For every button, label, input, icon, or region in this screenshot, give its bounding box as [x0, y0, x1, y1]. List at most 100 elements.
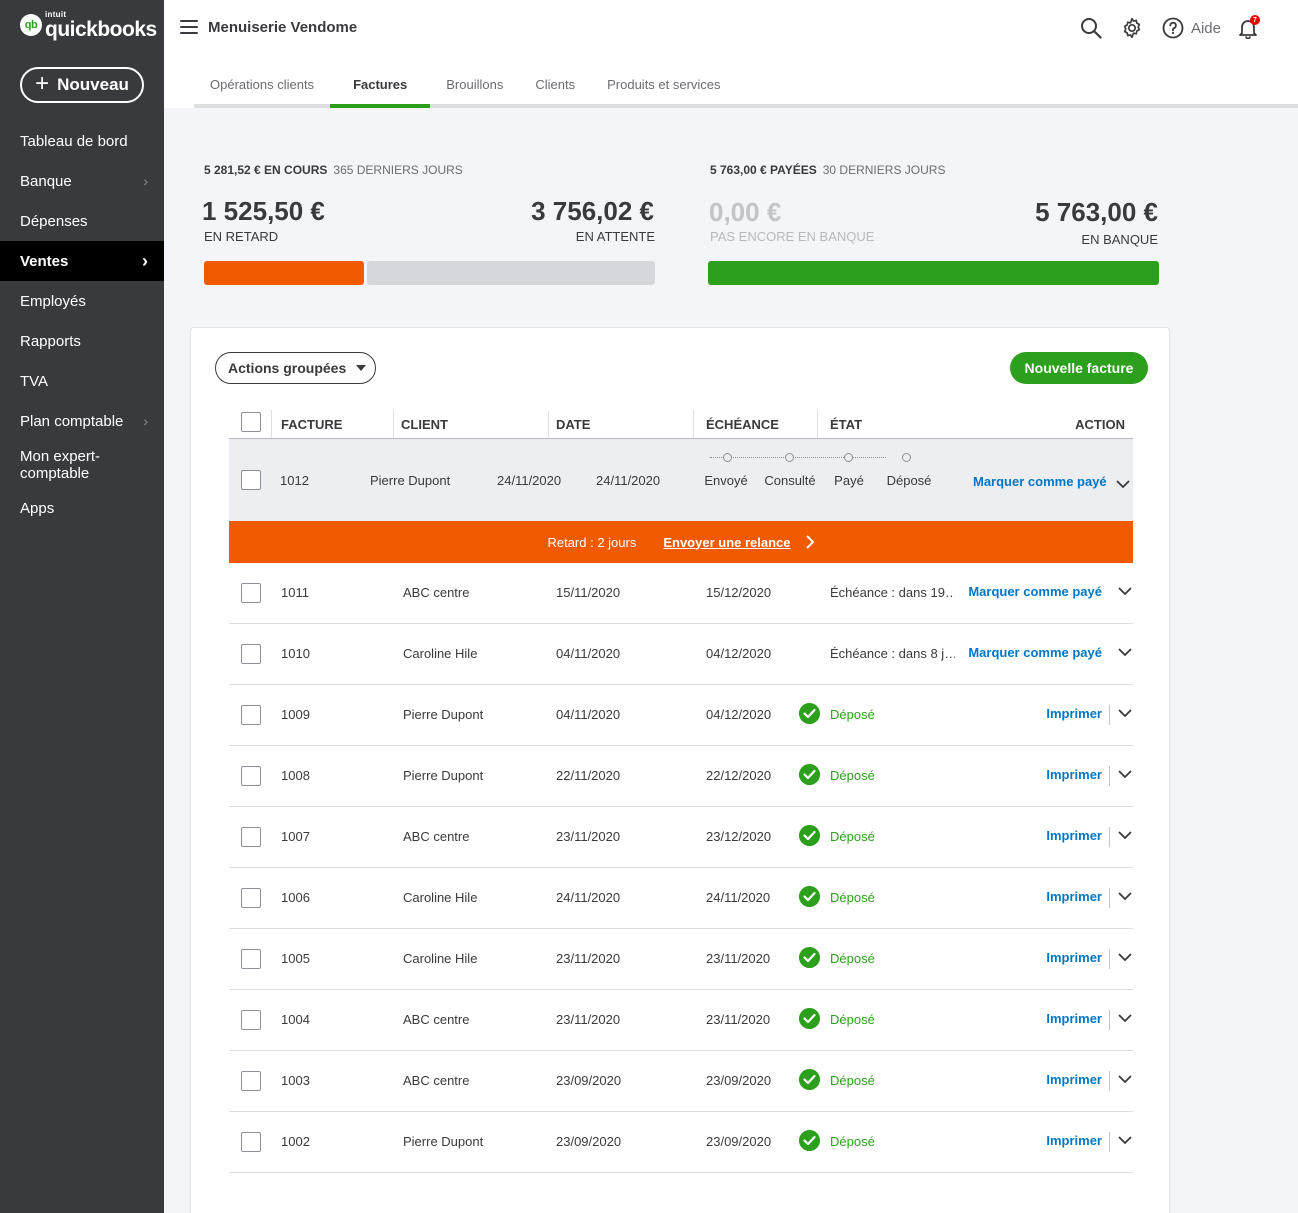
table-row[interactable]: 1007 ABC centre 23/11/2020 23/12/2020 Déposé…	[229, 807, 1133, 868]
chevron-down-icon[interactable]	[1118, 586, 1132, 596]
table-row[interactable]: 1009 Pierre Dupont 04/11/2020 04/12/2020 Dép…	[229, 685, 1133, 746]
invoice-number: 1004	[281, 1012, 310, 1027]
chevron-right-icon: ›	[143, 173, 148, 189]
header-status[interactable]: ÉTAT	[830, 417, 862, 432]
client-name: ABC centre	[403, 829, 470, 844]
mark-paid-link[interactable]: Marquer comme payé	[973, 474, 1107, 489]
help-circle-icon[interactable]	[1159, 14, 1187, 42]
sidebar-item-label: Banque	[20, 172, 72, 190]
sidebar-item-apps[interactable]: Apps	[0, 488, 164, 528]
sidebar-item-tva[interactable]: TVA	[0, 361, 164, 401]
batch-actions-dropdown[interactable]: Actions groupées	[215, 352, 376, 384]
hamburger-icon[interactable]	[180, 19, 198, 35]
print-link[interactable]: Imprimer	[1046, 828, 1102, 843]
row-checkbox[interactable]	[241, 1071, 261, 1091]
help-label[interactable]: Aide	[1191, 20, 1221, 37]
overdue-bar[interactable]	[204, 261, 364, 285]
send-reminder-link[interactable]: Envoyer une relance	[663, 535, 790, 550]
tab-clients[interactable]: Clients	[519, 63, 591, 104]
print-link[interactable]: Imprimer	[1046, 1133, 1102, 1148]
tab-brouillons[interactable]: Brouillons	[430, 63, 519, 104]
sidebar-item-plan-comptable[interactable]: Plan comptable ›	[0, 401, 164, 441]
row-checkbox[interactable]	[241, 827, 261, 847]
invoice-number: 1007	[281, 829, 310, 844]
pending-bar[interactable]	[367, 261, 655, 285]
chevron-down-icon[interactable]	[1118, 830, 1132, 840]
row-checkbox[interactable]	[241, 766, 261, 786]
chevron-down-icon[interactable]	[1118, 708, 1132, 718]
chevron-down-icon[interactable]	[1118, 1013, 1132, 1023]
quickbooks-logo[interactable]: qb intuit quickbooks	[20, 10, 157, 40]
chevron-down-icon[interactable]	[1118, 1135, 1132, 1145]
table-row[interactable]: 1005 Caroline Hile 23/11/2020 23/11/2020 Dép…	[229, 929, 1133, 990]
client-name: ABC centre	[403, 1012, 470, 1027]
row-checkbox[interactable]	[241, 1132, 261, 1152]
sidebar-item-rapports[interactable]: Rapports	[0, 321, 164, 361]
invoices-table: FACTURE CLIENT DATE ÉCHÉANCE ÉTAT ACTION…	[229, 408, 1133, 1173]
chevron-down-icon[interactable]	[1118, 647, 1132, 657]
search-icon[interactable]	[1077, 14, 1105, 42]
row-checkbox[interactable]	[241, 1010, 261, 1030]
print-link[interactable]: Imprimer	[1046, 1011, 1102, 1026]
sidebar-item-tableau-de-bord[interactable]: Tableau de bord	[0, 121, 164, 161]
chevron-down-icon[interactable]	[1118, 952, 1132, 962]
tab-factures[interactable]: Factures	[330, 63, 431, 108]
table-row[interactable]: 1002 Pierre Dupont 23/09/2020 23/09/2020 Dép…	[229, 1112, 1133, 1173]
mark-paid-link[interactable]: Marquer comme payé	[968, 584, 1102, 599]
step-dot	[723, 453, 732, 462]
chevron-down-icon[interactable]	[1118, 1074, 1132, 1084]
chevron-down-icon[interactable]	[1118, 769, 1132, 779]
chevron-right-icon[interactable]	[805, 535, 815, 549]
sidebar-item-ventes[interactable]: Ventes ›	[0, 241, 164, 281]
invoice-date: 24/11/2020	[497, 473, 562, 488]
row-checkbox[interactable]	[241, 470, 261, 490]
print-link[interactable]: Imprimer	[1046, 706, 1102, 721]
sidebar-item-mon-expert-comptable[interactable]: Mon expert-comptable	[0, 441, 164, 488]
invoice-date: 22/11/2020	[556, 768, 621, 783]
header-due[interactable]: ÉCHÉANCE	[706, 417, 779, 432]
chevron-down-icon[interactable]	[1118, 891, 1132, 901]
status-text: Déposé	[830, 1073, 875, 1088]
chevron-down-icon[interactable]	[1116, 479, 1130, 489]
status-tracker: Envoyé Consulté Payé Déposé	[701, 451, 941, 511]
header-client[interactable]: CLIENT	[401, 417, 448, 432]
header-date[interactable]: DATE	[556, 417, 590, 432]
print-link[interactable]: Imprimer	[1046, 1072, 1102, 1087]
table-row[interactable]: 1006 Caroline Hile 24/11/2020 24/11/2020 Dép…	[229, 868, 1133, 929]
table-row[interactable]: 1010 Caroline Hile 04/11/2020 04/12/2020 Éch…	[229, 624, 1133, 685]
row-checkbox[interactable]	[241, 705, 261, 725]
divider	[1109, 827, 1110, 847]
tab-produits-et-services[interactable]: Produits et services	[591, 63, 736, 104]
table-row-expanded[interactable]: 1012 Pierre Dupont 24/11/2020 24/11/2020…	[229, 439, 1133, 521]
client-name: Caroline Hile	[403, 951, 478, 966]
step-sent: Envoyé	[704, 473, 748, 488]
row-checkbox[interactable]	[241, 644, 261, 664]
table-row[interactable]: 1011 ABC centre 15/11/2020 15/12/2020 Échéan…	[229, 563, 1133, 624]
print-link[interactable]: Imprimer	[1046, 889, 1102, 904]
new-invoice-button[interactable]: Nouvelle facture	[1010, 352, 1148, 384]
row-checkbox[interactable]	[241, 888, 261, 908]
table-row[interactable]: 1003 ABC centre 23/09/2020 23/09/2020 Déposé…	[229, 1051, 1133, 1112]
bell-icon[interactable]: 7	[1234, 14, 1262, 42]
sidebar-item-banque[interactable]: Banque ›	[0, 161, 164, 201]
gear-icon[interactable]	[1118, 14, 1146, 42]
row-checkbox[interactable]	[241, 949, 261, 969]
new-button-label: Nouveau	[57, 75, 129, 94]
new-button[interactable]: + Nouveau	[20, 67, 144, 103]
check-circle-icon	[799, 1008, 820, 1029]
row-checkbox[interactable]	[241, 583, 261, 603]
status-text: Échéance : dans 19…	[830, 585, 955, 600]
sidebar-item-employes[interactable]: Employés	[0, 281, 164, 321]
sidebar-item-depenses[interactable]: Dépenses	[0, 201, 164, 241]
invoice-number: 1003	[281, 1073, 310, 1088]
select-all-checkbox[interactable]	[241, 412, 261, 432]
header-invoice[interactable]: FACTURE	[281, 417, 342, 432]
invoice-date: 23/11/2020	[556, 1012, 621, 1027]
tab-operations-clients[interactable]: Opérations clients	[194, 63, 330, 104]
deposited-bar[interactable]	[708, 261, 1159, 285]
mark-paid-link[interactable]: Marquer comme payé	[968, 645, 1102, 660]
table-row[interactable]: 1004 ABC centre 23/11/2020 23/11/2020 Déposé…	[229, 990, 1133, 1051]
table-row[interactable]: 1008 Pierre Dupont 22/11/2020 22/12/2020 Dép…	[229, 746, 1133, 807]
print-link[interactable]: Imprimer	[1046, 950, 1102, 965]
print-link[interactable]: Imprimer	[1046, 767, 1102, 782]
